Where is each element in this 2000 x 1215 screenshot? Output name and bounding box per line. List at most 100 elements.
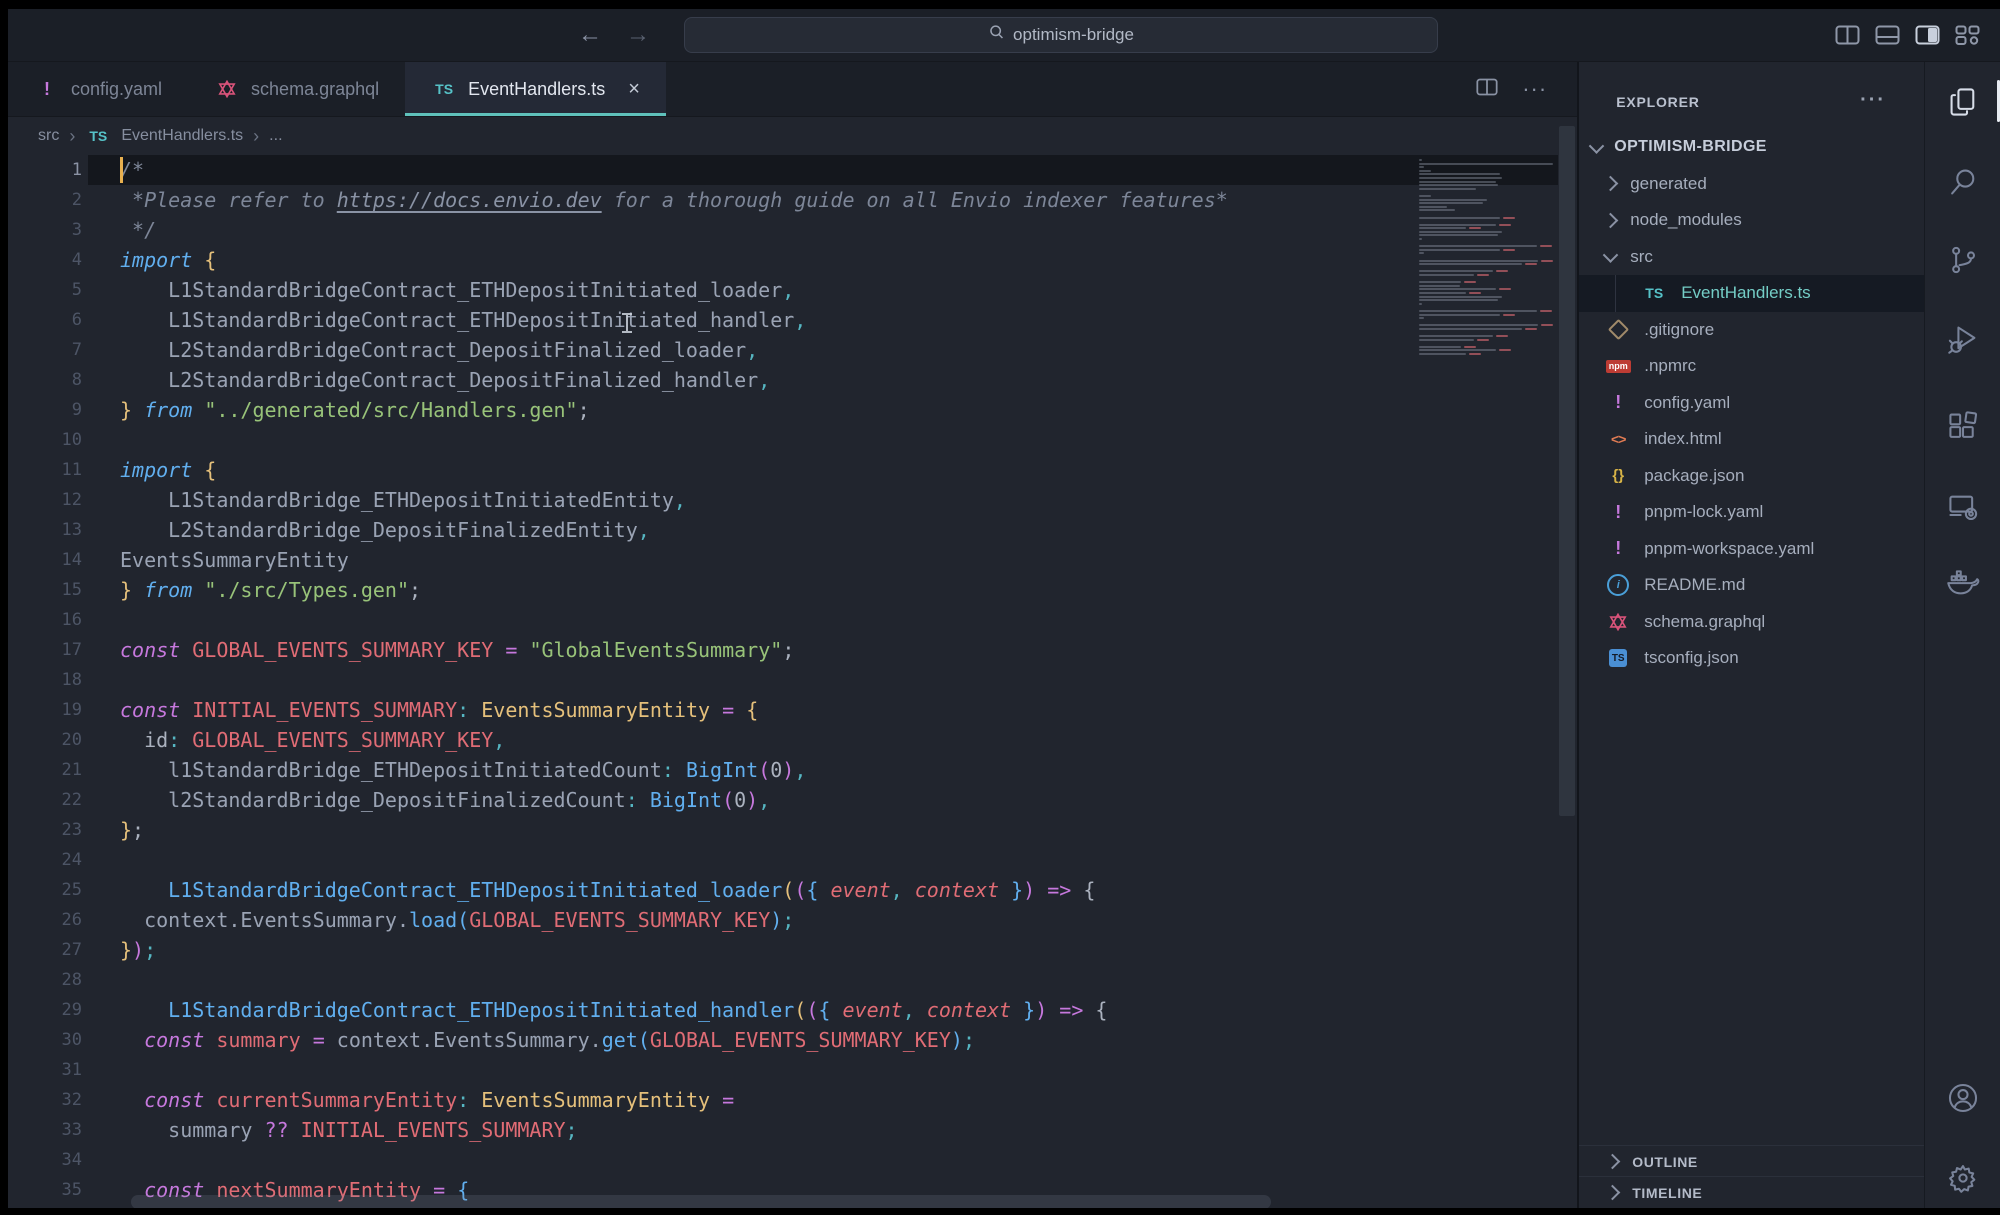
code-line-32[interactable]: 32 const currentSummaryEntity: EventsSum… xyxy=(8,1085,1577,1115)
minimap-line xyxy=(1419,220,1556,222)
minimap-line xyxy=(1419,252,1556,254)
source-control-icon[interactable] xyxy=(1925,244,2000,276)
code-line-31[interactable]: 31 xyxy=(8,1055,1577,1085)
code-line-12[interactable]: 12 L1StandardBridge_ETHDepositInitiatedE… xyxy=(8,485,1577,515)
code-editor[interactable]: 1/*2 *Please refer to https://docs.envio… xyxy=(8,155,1577,1208)
tab-close-icon[interactable]: × xyxy=(628,78,640,101)
extensions-icon[interactable] xyxy=(1925,410,2000,442)
tab-config.yaml[interactable]: !config.yaml xyxy=(8,62,188,116)
minimap[interactable] xyxy=(1419,159,1556,357)
code-line-29[interactable]: 29 L1StandardBridgeContract_ETHDepositIn… xyxy=(8,995,1577,1025)
breadcrumb-item[interactable]: ... xyxy=(269,127,282,145)
code-line-28[interactable]: 28 xyxy=(8,965,1577,995)
explorer-item-config.yaml[interactable]: !config.yaml xyxy=(1579,385,1924,422)
code-line-3[interactable]: 3 */ xyxy=(8,215,1577,245)
command-center-search[interactable]: optimism-bridge xyxy=(684,17,1438,53)
code-line-22[interactable]: 22 l2StandardBridge_DepositFinalizedCoun… xyxy=(8,785,1577,815)
timeline-section[interactable]: TIMELINE xyxy=(1579,1176,1924,1208)
tab-schema.graphql[interactable]: schema.graphql xyxy=(188,62,405,116)
breadcrumb-item[interactable]: EventHandlers.ts xyxy=(121,127,243,145)
search-icon[interactable] xyxy=(1925,166,2000,198)
remote-explorer-icon[interactable] xyxy=(1925,491,2000,523)
code-line-16[interactable]: 16 xyxy=(8,605,1577,635)
code-line-1[interactable]: 1/* xyxy=(8,155,1577,185)
explorer-item-.npmrc[interactable]: npm.npmrc xyxy=(1579,348,1924,385)
docker-icon[interactable] xyxy=(1925,566,2000,598)
nav-back-icon[interactable]: ← xyxy=(578,21,602,49)
code-line-27[interactable]: 27}); xyxy=(8,935,1577,965)
code-line-6[interactable]: 6 L1StandardBridgeContract_ETHDepositIni… xyxy=(8,305,1577,335)
minimap-line xyxy=(1419,159,1556,161)
customize-layout-icon[interactable] xyxy=(1955,25,1980,45)
explorer-item-index.html[interactable]: <>index.html xyxy=(1579,421,1924,458)
horizontal-scrollbar[interactable] xyxy=(131,1195,1271,1208)
explorer-item-tsconfig.json[interactable]: TStsconfig.json xyxy=(1579,640,1924,677)
line-number: 12 xyxy=(8,485,82,515)
code-line-2[interactable]: 2 *Please refer to https://docs.envio.de… xyxy=(8,185,1577,215)
code-line-20[interactable]: 20 id: GLOBAL_EVENTS_SUMMARY_KEY, xyxy=(8,725,1577,755)
nav-forward-icon[interactable]: → xyxy=(626,21,650,49)
vertical-scrollbar[interactable] xyxy=(1559,126,1575,816)
code-line-10[interactable]: 10 xyxy=(8,425,1577,455)
code-line-13[interactable]: 13 L2StandardBridge_DepositFinalizedEnti… xyxy=(8,515,1577,545)
code-line-21[interactable]: 21 l1StandardBridge_ETHDepositInitiatedC… xyxy=(8,755,1577,785)
run-debug-icon[interactable] xyxy=(1925,323,2000,355)
explorer-item-schema.graphql[interactable]: schema.graphql xyxy=(1579,604,1924,641)
accounts-icon[interactable] xyxy=(1925,1081,2000,1115)
code-line-4[interactable]: 4import { xyxy=(8,245,1577,275)
tab-EventHandlers.ts[interactable]: TSEventHandlers.ts× xyxy=(405,62,666,116)
explorer-item-.gitignore[interactable]: .gitignore xyxy=(1579,312,1924,349)
explorer-more-actions-icon[interactable]: ··· xyxy=(1860,89,1886,112)
line-content: */ xyxy=(82,215,156,245)
code-line-11[interactable]: 11import { xyxy=(8,455,1577,485)
minimap-line xyxy=(1419,234,1556,236)
breadcrumb-item[interactable]: src xyxy=(38,127,59,145)
explorer-item-pnpm-lock.yaml[interactable]: !pnpm-lock.yaml xyxy=(1579,494,1924,531)
code-line-9[interactable]: 9} from "../generated/src/Handlers.gen"; xyxy=(8,395,1577,425)
line-number: 15 xyxy=(8,575,82,605)
breadcrumb[interactable]: src›TSEventHandlers.ts›... xyxy=(8,117,1577,155)
line-content xyxy=(82,425,120,455)
code-line-33[interactable]: 33 summary ?? INITIAL_EVENTS_SUMMARY; xyxy=(8,1115,1577,1145)
explorer-panel: EXPLORER ··· OPTIMISM-BRIDGEgeneratednod… xyxy=(1577,62,1924,1208)
code-line-24[interactable]: 24 xyxy=(8,845,1577,875)
explorer-project-root[interactable]: OPTIMISM-BRIDGE xyxy=(1579,129,1924,166)
line-number: 18 xyxy=(8,665,82,695)
code-line-7[interactable]: 7 L2StandardBridgeContract_DepositFinali… xyxy=(8,335,1577,365)
code-line-34[interactable]: 34 xyxy=(8,1145,1577,1175)
explorer-item-EventHandlers.ts[interactable]: TSEventHandlers.ts xyxy=(1579,275,1924,312)
toggle-secondary-sidebar-icon[interactable] xyxy=(1915,25,1940,45)
outline-section[interactable]: OUTLINE xyxy=(1579,1145,1924,1177)
explorer-item-src[interactable]: src xyxy=(1579,239,1924,276)
code-line-8[interactable]: 8 L2StandardBridgeContract_DepositFinali… xyxy=(8,365,1577,395)
toggle-sidebar-icon[interactable] xyxy=(1835,25,1860,45)
minimap-line xyxy=(1419,260,1556,262)
toggle-panel-icon[interactable] xyxy=(1875,25,1900,45)
line-number: 35 xyxy=(8,1175,82,1205)
editor-more-actions-icon[interactable]: ··· xyxy=(1522,76,1547,102)
code-line-23[interactable]: 23}; xyxy=(8,815,1577,845)
code-line-19[interactable]: 19const INITIAL_EVENTS_SUMMARY: EventsSu… xyxy=(8,695,1577,725)
code-line-14[interactable]: 14EventsSummaryEntity xyxy=(8,545,1577,575)
indent-guide xyxy=(1615,275,1616,312)
explorer-item-package.json[interactable]: {}package.json xyxy=(1579,458,1924,495)
explorer-icon[interactable] xyxy=(1925,86,2000,118)
chevron-down-icon xyxy=(1589,138,1605,154)
item-label: .gitignore xyxy=(1644,320,1714,340)
explorer-item-generated[interactable]: generated xyxy=(1579,166,1924,203)
code-line-17[interactable]: 17const GLOBAL_EVENTS_SUMMARY_KEY = "Glo… xyxy=(8,635,1577,665)
code-line-30[interactable]: 30 const summary = context.EventsSummary… xyxy=(8,1025,1577,1055)
explorer-item-pnpm-workspace.yaml[interactable]: !pnpm-workspace.yaml xyxy=(1579,531,1924,568)
explorer-item-README.md[interactable]: iREADME.md xyxy=(1579,567,1924,604)
item-label: schema.graphql xyxy=(1644,612,1765,632)
code-line-25[interactable]: 25 L1StandardBridgeContract_ETHDepositIn… xyxy=(8,875,1577,905)
explorer-item-node_modules[interactable]: node_modules xyxy=(1579,202,1924,239)
split-editor-icon[interactable] xyxy=(1476,78,1498,101)
code-line-18[interactable]: 18 xyxy=(8,665,1577,695)
settings-icon[interactable] xyxy=(1925,1161,2000,1195)
code-line-15[interactable]: 15} from "./src/Types.gen"; xyxy=(8,575,1577,605)
minimap-line xyxy=(1419,349,1556,351)
line-number: 8 xyxy=(8,365,82,395)
code-line-5[interactable]: 5 L1StandardBridgeContract_ETHDepositIni… xyxy=(8,275,1577,305)
code-line-26[interactable]: 26 context.EventsSummary.load(GLOBAL_EVE… xyxy=(8,905,1577,935)
